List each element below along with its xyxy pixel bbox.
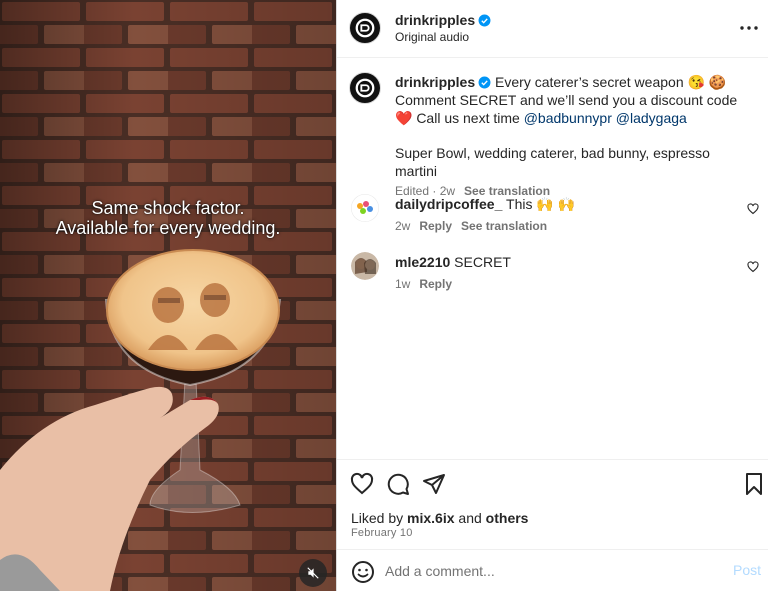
more-options-button[interactable] [737, 16, 761, 40]
comment-time: 2w [395, 219, 411, 233]
likes-and: and [458, 510, 482, 526]
comments-section[interactable]: drinkripples Every caterer’s secret weap… [337, 59, 768, 459]
share-button[interactable] [422, 472, 446, 496]
paper-plane-icon [423, 474, 445, 494]
commenter-avatar[interactable] [351, 194, 379, 222]
mention-ladygaga[interactable]: @ladygaga [616, 110, 687, 126]
post-sidebar: drinkripples Original audio drinkripples… [336, 0, 768, 591]
heart-outline-icon [747, 261, 759, 273]
author-username-row: drinkripples [395, 12, 491, 28]
mute-button[interactable] [299, 559, 327, 587]
like-comment-button[interactable] [747, 202, 759, 218]
speaker-muted-icon [307, 567, 319, 579]
bookmark-icon [746, 473, 762, 495]
caption-author-avatar[interactable] [349, 72, 381, 104]
comment-meta: 1w Reply [395, 277, 725, 291]
liker-username[interactable]: mix.6ix [407, 510, 454, 526]
reply-button[interactable]: Reply [419, 277, 452, 291]
mention-badbunnypr[interactable]: @badbunnypr [524, 110, 612, 126]
post-comment-button[interactable]: Post [733, 562, 761, 578]
comment-bubble-icon [387, 473, 409, 495]
comment-input[interactable] [385, 560, 715, 582]
caption-body: drinkripples Every caterer’s secret weap… [395, 73, 750, 198]
like-comment-button[interactable] [747, 260, 759, 276]
verified-badge-icon [478, 76, 491, 89]
like-button[interactable] [350, 472, 374, 496]
video-frame [0, 0, 336, 591]
overlay-line-1: Same shock factor. [91, 198, 245, 218]
comment-body: mle2210 SECRET 1w Reply [395, 253, 725, 291]
post-actions: Liked by mix.6ix and others February 10 [337, 459, 768, 549]
audio-label[interactable]: Original audio [395, 30, 469, 44]
caption-tags: Super Bowl, wedding caterer, bad bunny, … [395, 145, 710, 179]
mle2210-avatar-icon [351, 252, 379, 280]
comment-body: dailydripcoffee_ This 🙌 🙌 2w Reply See tra… [395, 195, 725, 233]
heart-icon [350, 472, 374, 495]
comment-username[interactable]: mle2210 [395, 254, 450, 270]
video-overlay-text: Same shock factor. Available for every w… [0, 198, 336, 238]
comment-text: SECRET [454, 254, 511, 270]
post-date[interactable]: February 10 [351, 527, 413, 539]
likes-summary: Liked by mix.6ix and others [351, 510, 528, 526]
heart-outline-icon [747, 203, 759, 215]
author-avatar[interactable] [349, 12, 381, 44]
comment-button[interactable] [386, 472, 410, 496]
add-comment-bar: Post [337, 549, 768, 591]
comment-username[interactable]: dailydripcoffee_ [395, 196, 502, 212]
see-translation-link[interactable]: See translation [461, 219, 547, 233]
likes-others-link[interactable]: others [486, 510, 529, 526]
author-username[interactable]: drinkripples [395, 12, 475, 28]
dailydrip-avatar-icon [351, 194, 379, 222]
smiley-icon [352, 561, 374, 583]
ripples-logo-icon [355, 18, 375, 38]
reply-button[interactable]: Reply [419, 219, 452, 233]
likes-prefix: Liked by [351, 510, 404, 526]
overlay-line-2: Available for every wedding. [55, 218, 281, 238]
emoji-button[interactable] [351, 560, 375, 584]
verified-badge-icon [478, 14, 491, 27]
comment-meta: 2w Reply See translation [395, 219, 725, 233]
commenter-avatar[interactable] [351, 252, 379, 280]
comment-text: This 🙌 🙌 [506, 196, 576, 212]
ripples-logo-icon [355, 78, 375, 98]
caption-username[interactable]: drinkripples [395, 74, 475, 90]
save-button[interactable] [742, 472, 766, 496]
post-header: drinkripples Original audio [337, 0, 768, 58]
comment-time: 1w [395, 277, 411, 291]
post-video[interactable]: Same shock factor. Available for every w… [0, 0, 336, 591]
more-dots-icon [740, 26, 758, 30]
